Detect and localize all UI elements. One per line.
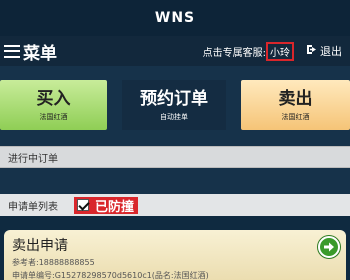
buy-sublabel: 法国红酒 — [39, 112, 68, 121]
buy-button[interactable]: 买入 法国红酒 — [0, 80, 107, 130]
logout-icon — [306, 44, 317, 58]
customer-service-link[interactable]: 小玲 — [266, 41, 294, 61]
hamburger-icon — [4, 44, 20, 58]
customer-service: 点击专属客服: 小玲 — [202, 41, 306, 61]
logout-button[interactable]: 退出 — [306, 43, 342, 59]
reserve-label: 预约订单 — [140, 88, 208, 109]
sell-button[interactable]: 卖出 法国红酒 — [241, 80, 350, 130]
request-title: 卖出申请 — [12, 238, 68, 254]
menu-label: 菜单 — [23, 43, 57, 64]
action-cards: 买入 法国红酒 预约订单 自动挂单 卖出 法国红酒 — [0, 66, 350, 146]
checkbox-checked-icon[interactable] — [77, 199, 89, 211]
buy-label: 买入 — [36, 88, 71, 109]
request-card[interactable]: 卖出申请 参考者:18888888855 申请单编号:G15278298570d… — [4, 230, 346, 280]
status-tag-label: 已防撞 — [95, 199, 135, 215]
sell-sublabel: 法国红酒 — [281, 112, 310, 121]
reserve-sublabel: 自动挂单 — [160, 112, 188, 121]
request-list-label: 申请单列表 — [8, 201, 58, 213]
pending-orders-header[interactable]: 进行中订单 — [0, 146, 350, 168]
top-bar: 菜单 点击专属客服: 小玲 退出 — [0, 36, 350, 66]
menu-button[interactable]: 菜单 — [0, 36, 57, 66]
reserve-order-button[interactable]: 预约订单 自动挂单 — [122, 80, 226, 130]
window-title: WNS — [0, 0, 350, 36]
logout-label: 退出 — [320, 45, 342, 58]
spacer — [0, 168, 350, 194]
sell-label: 卖出 — [278, 88, 313, 109]
request-number: 申请单编号:G15278298570d5610c1(品名:法国红酒) — [12, 271, 209, 280]
request-reference: 参考者:18888888855 — [12, 258, 95, 267]
arrow-right-circle-icon[interactable] — [318, 236, 340, 258]
request-list-header: 申请单列表 已防撞 — [0, 194, 350, 216]
customer-service-label: 点击专属客服: — [202, 47, 266, 59]
status-tag[interactable]: 已防撞 — [74, 196, 139, 215]
